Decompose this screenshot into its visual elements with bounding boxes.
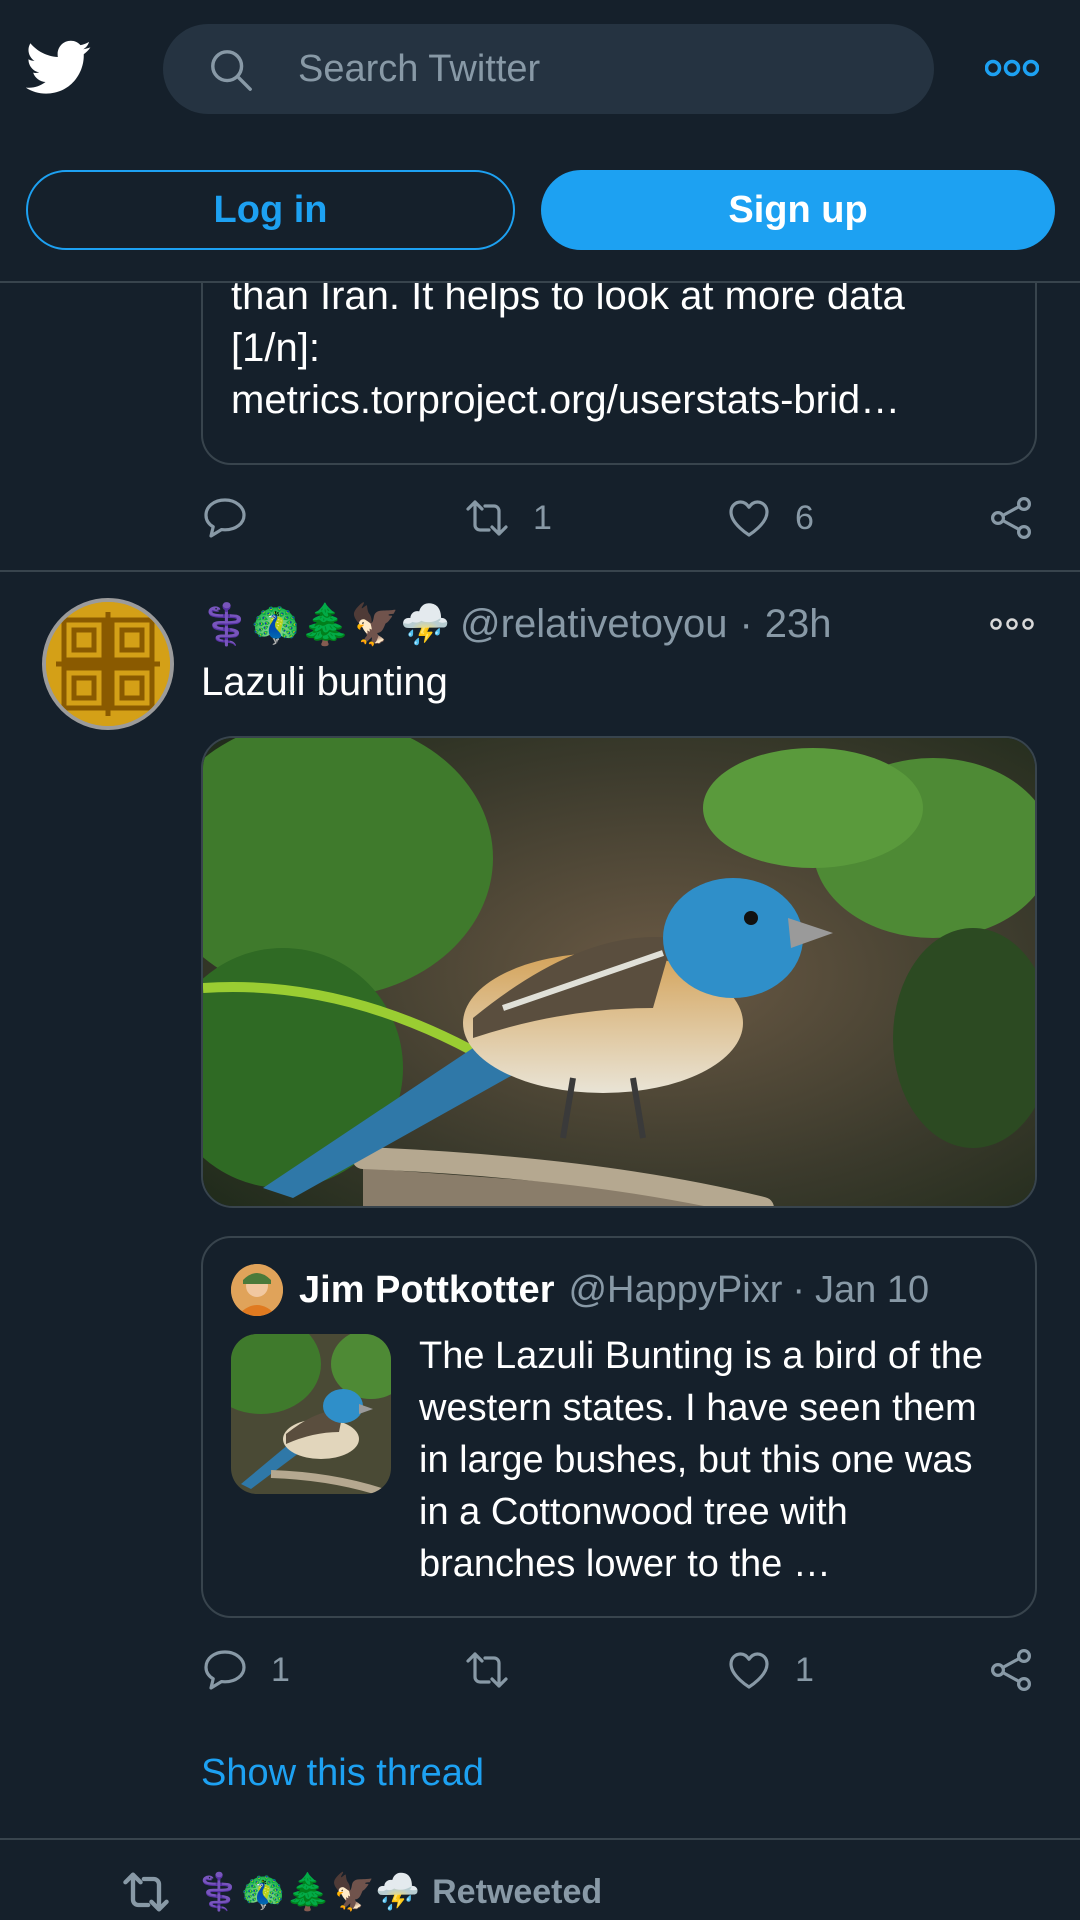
signup-button[interactable]: Sign up (541, 170, 1055, 250)
heart-icon (729, 500, 769, 537)
retweet-icon (466, 500, 508, 536)
quoted-tweet-text: The Lazuli Bunting is a bird of the west… (419, 1335, 984, 1585)
tweet-actions: 1 6 (201, 488, 1041, 548)
person-avatar-icon (231, 1264, 283, 1316)
separator: · (739, 601, 753, 646)
retweet-button[interactable] (463, 1640, 533, 1700)
tweet-divider (0, 1838, 1080, 1840)
retweet-icon (466, 1652, 508, 1688)
retweet-button[interactable]: 1 (463, 488, 552, 548)
share-icon (990, 496, 1032, 539)
reply-button[interactable]: 1 (201, 1640, 290, 1700)
share-icon (990, 1648, 1032, 1691)
retweeter-name[interactable]: ⚕️🦚🌲🦅⛈️ (196, 1871, 420, 1913)
retweet-icon (123, 1872, 169, 1912)
tweet-divider (0, 570, 1080, 572)
like-button[interactable]: 6 (725, 488, 814, 548)
share-button[interactable] (987, 1640, 1035, 1700)
separator: · (792, 1268, 806, 1311)
tweet-header: ⚕️🦚🌲🦅⛈️ @relativetoyou · 23h (201, 596, 832, 652)
reply-icon (204, 498, 246, 538)
tweet-actions: 1 1 (201, 1640, 1041, 1700)
tweet-photo[interactable] (201, 736, 1037, 1208)
user-handle[interactable]: @relativetoyou (460, 602, 727, 647)
search-icon (211, 50, 252, 91)
tweet-timestamp[interactable]: 23h (765, 602, 832, 647)
show-thread-link[interactable]: Show this thread (201, 1752, 484, 1795)
search-placeholder: Search Twitter (298, 48, 541, 90)
heart-icon (729, 1652, 769, 1689)
user-display-name[interactable]: ⚕️🦚🌲🦅⛈️ (201, 601, 450, 648)
retweeted-by-row: ⚕️🦚🌲🦅⛈️ Retweeted (120, 1862, 602, 1920)
like-count: 1 (795, 1650, 814, 1689)
bird-thumbnail-image (231, 1334, 391, 1494)
twitter-logo-icon[interactable] (26, 40, 92, 96)
maze-avatar-icon (46, 602, 170, 726)
quoted-timestamp: Jan 10 (815, 1268, 930, 1311)
retweet-count: 1 (533, 498, 552, 537)
share-button[interactable] (987, 488, 1035, 548)
quoted-tweet[interactable]: Jim Pottkotter @HappyPixr · Jan 10 The L… (201, 1236, 1037, 1618)
like-count: 6 (795, 498, 814, 537)
quoted-tweet-text: than Iran. It helps to look at more data… (231, 274, 905, 422)
login-button[interactable]: Log in (26, 170, 515, 250)
reply-count: 1 (271, 1650, 290, 1689)
bird-photo-image (203, 738, 1035, 1206)
quoted-user-name: Jim Pottkotter (299, 1268, 555, 1311)
retweeted-label: Retweeted (432, 1872, 603, 1911)
reply-button[interactable] (201, 488, 271, 548)
quoted-tweet-header: Jim Pottkotter @HappyPixr · Jan 10 (231, 1262, 929, 1318)
search-input[interactable]: Search Twitter (163, 24, 934, 114)
quoted-user-handle: @HappyPixr (568, 1268, 783, 1311)
quoted-avatar (231, 1264, 283, 1316)
top-header: Search Twitter Log in Sign up (0, 0, 1080, 283)
more-options-icon[interactable] (985, 58, 1039, 78)
quoted-thumbnail (231, 1334, 391, 1494)
tweet-text: Lazuli bunting (201, 660, 448, 704)
avatar[interactable] (42, 598, 174, 730)
like-button[interactable]: 1 (725, 1640, 814, 1700)
reply-icon (204, 1650, 246, 1690)
tweet-more-icon[interactable] (990, 614, 1034, 634)
